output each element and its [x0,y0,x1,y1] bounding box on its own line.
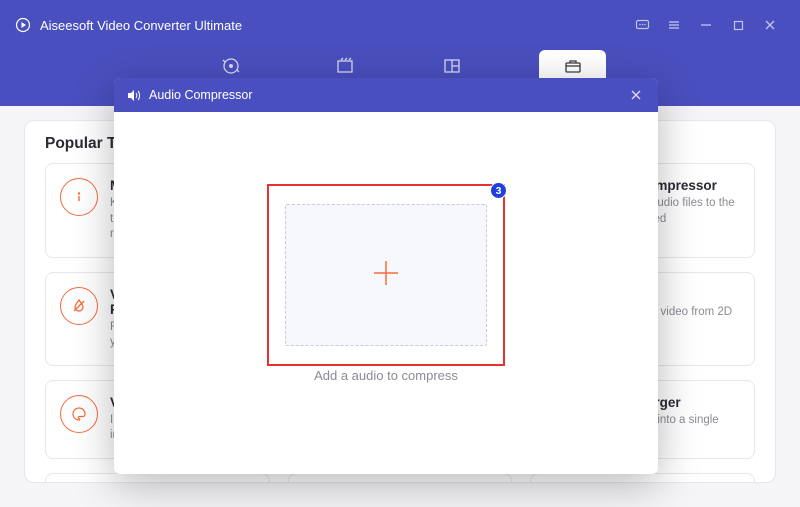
speaker-icon [124,86,142,104]
info-icon [60,178,98,216]
tool-color-correction[interactable]: Color CorrectionAdjust video color [530,473,755,483]
app-logo-icon [14,16,32,34]
menu-icon[interactable] [658,13,690,37]
toolbox-icon [563,56,583,76]
dialog-close-button[interactable] [624,83,648,107]
app-title: Aiseesoft Video Converter Ultimate [40,18,242,33]
dialog-body: 3 Add a audio to compress [114,112,658,383]
plus-icon [369,256,403,295]
titlebar: Aiseesoft Video Converter Ultimate [0,0,800,50]
converter-icon [221,56,241,76]
dialog-title: Audio Compressor [149,88,253,102]
feedback-icon[interactable] [626,13,658,37]
dropzone-caption: Add a audio to compress [314,368,458,383]
droplet-slash-icon [60,287,98,325]
close-button[interactable] [754,13,786,37]
tool-video-cropper[interactable]: Video CropperCrop video to remove areas [45,473,270,483]
palette-icon [60,395,98,433]
collage-icon [442,56,462,76]
audio-compressor-dialog: Audio Compressor 3 Add a audio to compre… [114,78,658,474]
maximize-button[interactable] [722,13,754,37]
add-file-dropzone[interactable] [285,204,487,346]
dialog-header: Audio Compressor [114,78,658,112]
dropzone-wrapper: 3 [273,190,499,360]
step-badge: 3 [490,182,507,199]
tool-video-rotator[interactable]: Video RotatorRotate or flip video [288,473,513,483]
mv-icon [335,56,355,76]
minimize-button[interactable] [690,13,722,37]
